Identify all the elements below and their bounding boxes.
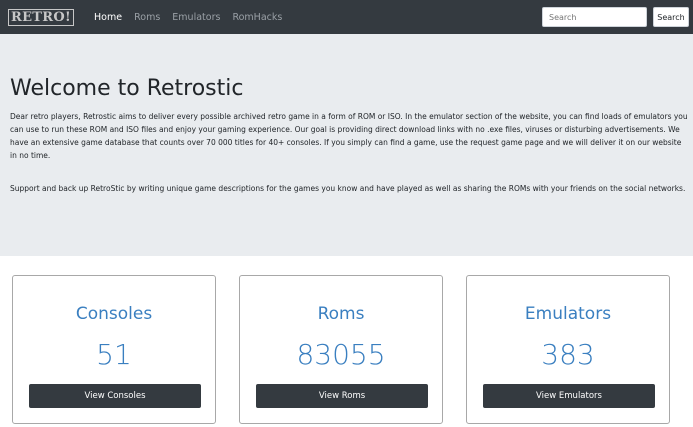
brand-logo[interactable]: RETRO! xyxy=(8,8,75,26)
consoles-card: Consoles 51 View Consoles xyxy=(12,275,216,424)
view-emulators-button[interactable]: View Emulators xyxy=(483,384,655,408)
support-paragraph: Support and back up RetroStic by writing… xyxy=(10,184,686,193)
card-title: Roms xyxy=(317,304,365,324)
card-title: Emulators xyxy=(524,304,612,324)
top-navbar: RETRO! Home Roms Emulators RomHacks Sear… xyxy=(0,0,693,34)
card-count: 383 xyxy=(541,338,595,371)
card-title: Consoles xyxy=(75,304,153,324)
search-button[interactable]: Search xyxy=(653,7,689,27)
brand-text: RETRO! xyxy=(8,8,75,26)
search-form: Search xyxy=(542,7,689,27)
nav-home[interactable]: Home xyxy=(94,12,122,23)
welcome-jumbotron: Welcome to Retrostic Dear retro players,… xyxy=(0,34,693,256)
roms-card: Roms 83055 View Roms xyxy=(239,275,443,424)
view-consoles-button[interactable]: View Consoles xyxy=(29,384,201,408)
search-input[interactable] xyxy=(542,7,647,27)
card-count: 83055 xyxy=(296,338,386,371)
page-title: Welcome to Retrostic xyxy=(10,76,244,101)
card-count: 51 xyxy=(96,338,132,371)
emulators-card: Emulators 383 View Emulators xyxy=(466,275,670,424)
view-roms-button[interactable]: View Roms xyxy=(256,384,428,408)
intro-paragraph: Dear retro players, Retrostic aims to de… xyxy=(10,112,688,160)
nav-emulators[interactable]: Emulators xyxy=(172,12,220,23)
nav-roms[interactable]: Roms xyxy=(134,12,160,23)
nav-romhacks[interactable]: RomHacks xyxy=(232,12,282,23)
main-nav: Home Roms Emulators RomHacks xyxy=(94,12,294,23)
